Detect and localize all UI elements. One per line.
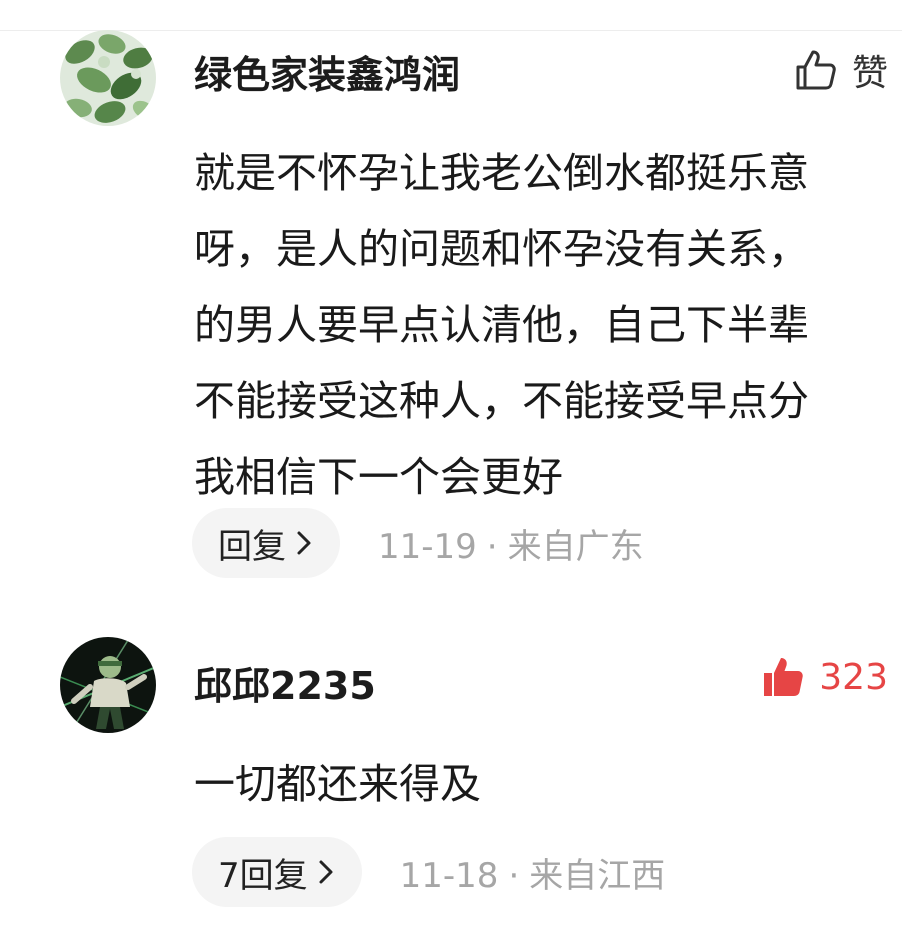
reply-label: 7回复 bbox=[218, 855, 308, 896]
chevron-right-icon bbox=[297, 531, 311, 555]
top-divider bbox=[0, 30, 902, 31]
username[interactable]: 邱邱2235 bbox=[194, 655, 376, 710]
character-avatar-icon bbox=[60, 637, 156, 733]
comment-line: 就是不怀孕让我老公倒水都挺乐意 bbox=[194, 149, 809, 197]
like-label: 赞 bbox=[851, 53, 888, 94]
replies-button[interactable]: 7回复 bbox=[192, 837, 362, 907]
like-button[interactable]: 赞 bbox=[794, 44, 888, 96]
avatar[interactable] bbox=[60, 637, 156, 733]
comment-date: 11-18 bbox=[399, 855, 499, 896]
comment-line: 我相信下一个会更好 bbox=[194, 453, 563, 501]
comment-text: 一切都还来得及 bbox=[194, 746, 902, 822]
leaves-avatar-icon bbox=[60, 30, 156, 126]
reply-button[interactable]: 回复 bbox=[192, 508, 340, 578]
comment-meta: 回复 11-19 · 来自广东 bbox=[192, 508, 644, 578]
meta-separator: · bbox=[508, 855, 520, 896]
comment-line: 一切都还来得及 bbox=[194, 760, 481, 808]
thumbs-up-filled-icon bbox=[764, 658, 804, 696]
comment-line: 呀，是人的问题和怀孕没有关系， bbox=[194, 225, 809, 273]
comment-line: 的男人要早点认清他，自己下半辈 bbox=[194, 301, 809, 349]
like-count: 323 bbox=[819, 656, 888, 698]
thumbs-up-outline-icon bbox=[796, 50, 836, 90]
comment-line: 不能接受这种人，不能接受早点分 bbox=[194, 377, 809, 425]
meta-separator: · bbox=[486, 526, 498, 567]
comment-info: 11-18 · 来自江西 bbox=[400, 848, 666, 897]
comment-info: 11-19 · 来自广东 bbox=[378, 519, 644, 568]
like-button[interactable]: 323 bbox=[761, 655, 888, 699]
comment-meta: 7回复 11-18 · 来自江西 bbox=[192, 837, 665, 907]
reply-label: 回复 bbox=[218, 526, 286, 567]
comment-text: 就是不怀孕让我老公倒水都挺乐意 呀，是人的问题和怀孕没有关系， 的男人要早点认清… bbox=[194, 135, 902, 515]
comment-location: 来自广东 bbox=[507, 526, 644, 567]
comment-date: 11-19 bbox=[378, 526, 477, 567]
comment-location: 来自江西 bbox=[529, 855, 666, 896]
chevron-right-icon bbox=[319, 860, 333, 884]
username[interactable]: 绿色家装鑫鸿润 bbox=[194, 44, 460, 99]
avatar[interactable] bbox=[60, 30, 156, 126]
